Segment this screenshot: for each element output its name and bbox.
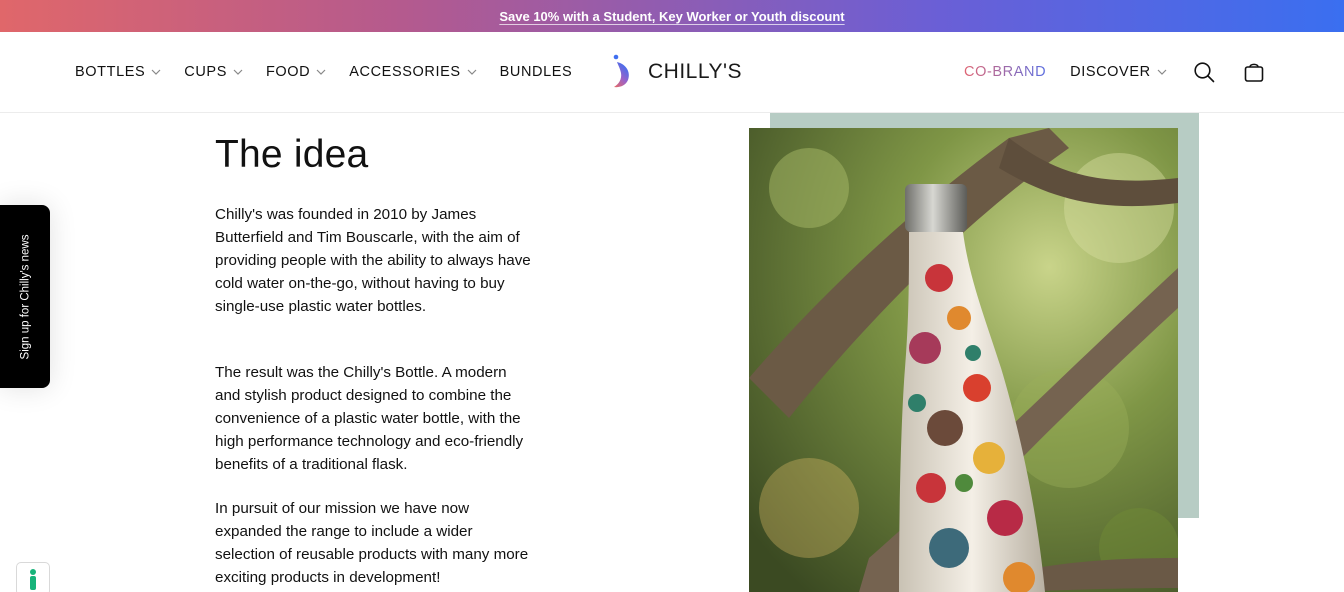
nav-item-bundles[interactable]: BUNDLES (500, 64, 573, 80)
cart-button[interactable] (1242, 60, 1266, 84)
search-button[interactable] (1192, 60, 1216, 84)
chevron-down-icon (467, 69, 477, 75)
primary-nav: BOTTLES CUPS FOOD ACCESSORIES BUNDLES (75, 32, 572, 112)
paragraph: The result was the Chilly's Bottle. A mo… (215, 364, 524, 473)
nav-item-label: BOTTLES (75, 64, 146, 80)
nav-item-label: BUNDLES (499, 64, 573, 80)
announcement-link[interactable]: Save 10% with a Student, Key Worker or Y… (499, 9, 844, 24)
chevron-down-icon (1157, 69, 1167, 75)
brand-name: CHILLY'S (648, 60, 742, 83)
announcement-bar: Save 10% with a Student, Key Worker or Y… (0, 0, 1344, 32)
chevron-down-icon (151, 69, 161, 75)
nav-item-label: FOOD (265, 64, 311, 80)
brand-logo[interactable]: CHILLY'S (610, 54, 742, 90)
accessibility-button[interactable] (16, 562, 50, 592)
search-icon (1194, 62, 1215, 83)
bottle-on-branch-illustration (749, 128, 1178, 592)
chevron-down-icon (233, 69, 243, 75)
nav-item-co-brand[interactable]: CO-BRAND (964, 64, 1046, 80)
paragraph: Chilly's was founded in 2010 by James Bu… (215, 206, 531, 315)
accessibility-icon (30, 569, 36, 590)
feature-image (749, 113, 1199, 592)
page-title: The idea (215, 133, 369, 176)
chevron-down-icon (316, 69, 326, 75)
newsletter-signup-label: Sign up for Chilly's news (19, 234, 32, 359)
nav-item-food[interactable]: FOOD (266, 64, 326, 80)
bottle-photo (749, 128, 1178, 592)
nav-item-accessories[interactable]: ACCESSORIES (349, 64, 477, 80)
nav-item-cups[interactable]: CUPS (184, 64, 243, 80)
paragraph: In pursuit of our mission we have now ex… (215, 500, 529, 586)
chillys-logo-icon (613, 54, 629, 88)
nav-item-label: ACCESSORIES (349, 64, 461, 80)
about-section: The idea Chilly's was founded in 2010 by… (215, 133, 535, 586)
secondary-nav: CO-BRAND DISCOVER (964, 32, 1190, 112)
site-header: BOTTLES CUPS FOOD ACCESSORIES BUNDLES CH… (0, 32, 1344, 113)
nav-item-label: DISCOVER (1070, 64, 1151, 80)
nav-item-discover[interactable]: DISCOVER (1070, 64, 1167, 80)
nav-item-label: CUPS (184, 64, 227, 80)
nav-item-bottles[interactable]: BOTTLES (75, 64, 161, 80)
bag-icon (1244, 63, 1264, 82)
newsletter-signup-tab[interactable]: Sign up for Chilly's news (0, 205, 50, 388)
